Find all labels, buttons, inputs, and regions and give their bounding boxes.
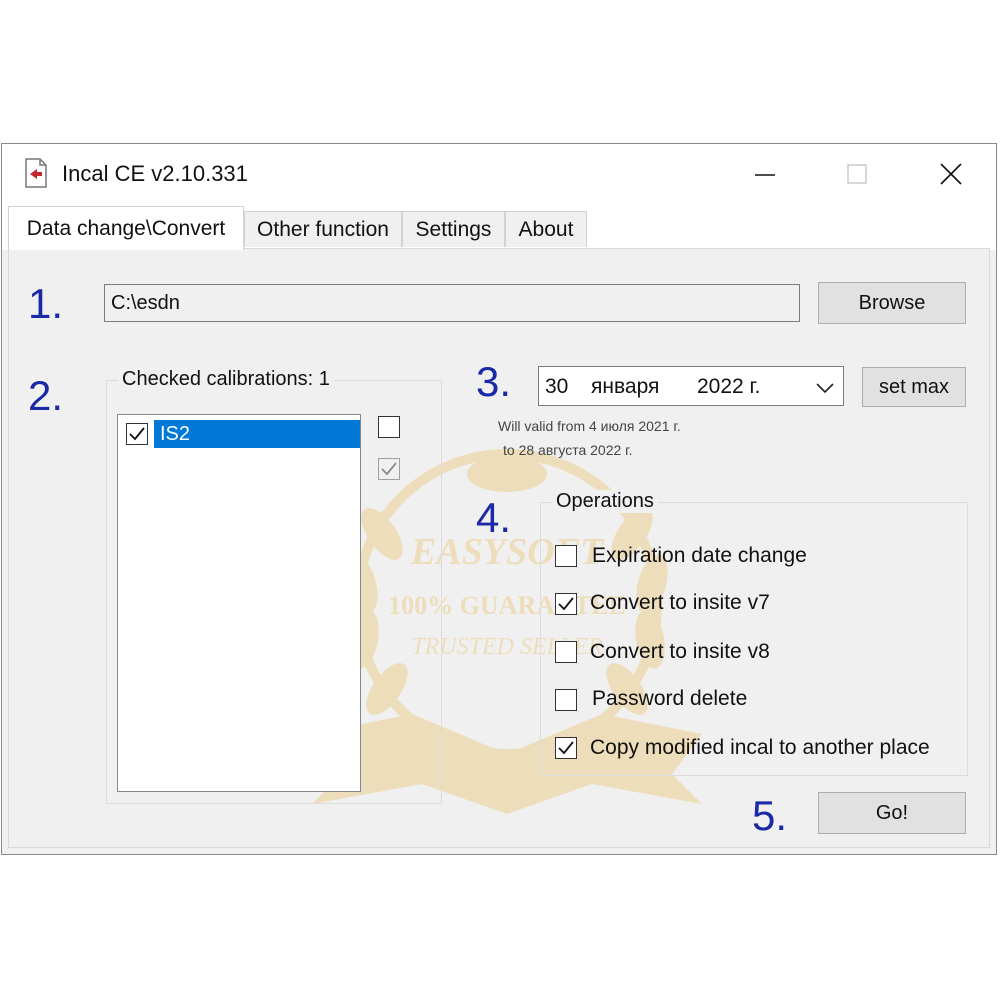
set-max-button[interactable]: set max: [862, 367, 966, 407]
tab-settings[interactable]: Settings: [402, 211, 505, 247]
expiration-date-change-label: Expiration date change: [592, 544, 807, 567]
calibrations-list[interactable]: IS2: [117, 414, 361, 792]
calibration-checkbox[interactable]: [126, 423, 148, 445]
date-day[interactable]: 30: [545, 375, 568, 399]
step-number-3: 3.: [476, 358, 512, 405]
checkmark-icon: [558, 597, 574, 611]
password-delete-checkbox[interactable]: [555, 689, 577, 711]
app-document-icon: [24, 158, 48, 188]
maximize-icon: [847, 164, 867, 184]
valid-from-text: Will valid from 4 июля 2021 г.: [498, 418, 681, 434]
path-input[interactable]: [104, 284, 800, 322]
checkmark-icon: [129, 427, 145, 441]
chevron-down-icon[interactable]: [815, 377, 835, 401]
convert-insite-v8-label: Convert to insite v8: [590, 640, 770, 663]
minimize-button[interactable]: [742, 152, 788, 196]
window-title: Incal CE v2.10.331: [62, 161, 248, 186]
step-number-5: 5.: [752, 792, 788, 839]
convert-insite-v8-checkbox[interactable]: [555, 641, 577, 663]
date-picker[interactable]: 30 января 2022 г.: [538, 366, 844, 406]
title-bar[interactable]: Incal CE v2.10.331: [2, 144, 996, 206]
tab-data-change-convert[interactable]: Data change\Convert: [8, 206, 244, 250]
calibration-item-label: IS2: [154, 420, 360, 448]
expiration-date-change-checkbox[interactable]: [555, 545, 577, 567]
maximize-button[interactable]: [834, 152, 880, 196]
step-number-4: 4.: [476, 494, 512, 541]
minimize-icon: [755, 174, 775, 176]
copy-modified-incal-label: Copy modified incal to another place: [590, 736, 930, 759]
tab-strip: Data change\Convert Other function Setti…: [2, 206, 996, 250]
calibrations-group-label: Checked calibrations: 1: [118, 368, 334, 391]
close-icon: [940, 163, 962, 185]
close-button[interactable]: [928, 152, 974, 196]
date-year[interactable]: 2022 г.: [697, 375, 760, 399]
disabled-checkbox: [378, 458, 400, 480]
step-number-2: 2.: [28, 372, 64, 419]
convert-insite-v7-checkbox[interactable]: [555, 593, 577, 615]
browse-button[interactable]: Browse: [818, 282, 966, 324]
checkmark-icon: [381, 462, 397, 476]
copy-modified-incal-checkbox[interactable]: [555, 737, 577, 759]
checkmark-icon: [558, 741, 574, 755]
valid-to-text: to 28 августа 2022 г.: [503, 442, 633, 458]
convert-insite-v7-label: Convert to insite v7: [590, 591, 770, 614]
list-item[interactable]: IS2: [121, 418, 360, 448]
go-button[interactable]: Go!: [818, 792, 966, 834]
date-month[interactable]: января: [591, 375, 659, 399]
operations-group-label: Operations: [552, 490, 658, 513]
tab-about[interactable]: About: [505, 211, 587, 247]
tab-other-function[interactable]: Other function: [244, 211, 402, 247]
select-all-checkbox[interactable]: [378, 416, 400, 438]
step-number-1: 1.: [28, 280, 64, 327]
password-delete-label: Password delete: [592, 687, 748, 710]
